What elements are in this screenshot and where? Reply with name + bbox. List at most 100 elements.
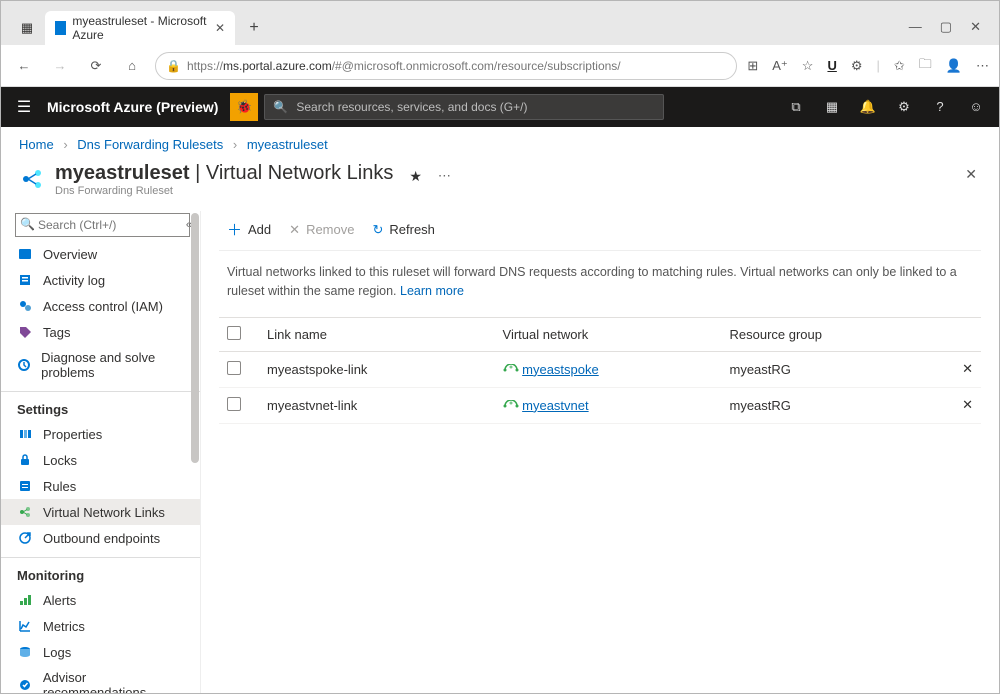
cell-rg: myeastRG — [722, 387, 942, 423]
directories-icon[interactable]: ▦ — [823, 99, 841, 115]
table-row[interactable]: myeastvnet-link myeastvnetmyeastRG✕ — [219, 387, 981, 423]
breadcrumb-current[interactable]: myeastruleset — [247, 137, 328, 152]
refresh-button[interactable]: ⟳ — [83, 53, 109, 79]
sidebar-scrollbar[interactable] — [190, 211, 200, 693]
preview-bug-icon[interactable]: 🐞 — [230, 93, 258, 121]
home-button[interactable]: ⌂ — [119, 53, 145, 79]
url-input[interactable]: 🔒 https://ms.portal.azure.com/#@microsof… — [155, 52, 737, 80]
row-checkbox[interactable] — [227, 361, 241, 375]
command-bar: ＋ Add ✕ Remove ↻ Refresh — [219, 211, 981, 251]
sidebar-item-diagnose[interactable]: Diagnose and solve problems — [1, 345, 200, 385]
sidebar-item-logs[interactable]: Logs — [1, 639, 200, 665]
description-body: Virtual networks linked to this ruleset … — [227, 265, 957, 298]
refresh-button[interactable]: ↻ Refresh — [372, 222, 434, 238]
ruleset-icon — [19, 166, 45, 192]
window-controls: — ▢ ✕ — [909, 19, 991, 45]
sidebar-item-overview[interactable]: Overview — [1, 241, 200, 267]
vnet-icon — [503, 398, 519, 413]
remove-label: Remove — [306, 222, 354, 237]
outbound-icon — [17, 530, 33, 546]
vnet-icon — [503, 362, 519, 377]
sidebar-item-label: Logs — [43, 645, 71, 660]
sidebar-item-locks[interactable]: Locks — [1, 447, 200, 473]
sidebar-item-iam[interactable]: Access control (IAM) — [1, 293, 200, 319]
close-tab-icon[interactable]: ✕ — [215, 21, 225, 35]
lock-icon: 🔒 — [166, 59, 181, 73]
tab-actions-icon[interactable]: ▦ — [13, 14, 41, 42]
maximize-icon[interactable]: ▢ — [940, 19, 952, 35]
feedback-icon[interactable]: ☺ — [967, 99, 985, 115]
vnet-link[interactable]: myeastvnet — [522, 398, 588, 413]
close-window-icon[interactable]: ✕ — [970, 19, 981, 35]
col-vnet[interactable]: Virtual network — [495, 317, 722, 351]
breadcrumb-sep-icon: › — [63, 137, 67, 152]
col-link-name[interactable]: Link name — [259, 317, 495, 351]
row-checkbox[interactable] — [227, 397, 241, 411]
breadcrumb-rulesets[interactable]: Dns Forwarding Rulesets — [77, 137, 223, 152]
select-all-checkbox[interactable] — [227, 326, 241, 340]
activity-icon — [17, 272, 33, 288]
main-panel: ＋ Add ✕ Remove ↻ Refresh Virtual network… — [201, 211, 999, 693]
vnetlinks-icon — [17, 504, 33, 520]
minimize-icon[interactable]: — — [909, 19, 922, 35]
search-placeholder: Search resources, services, and docs (G+… — [296, 100, 527, 114]
page-title-row: myeastruleset | Virtual Network Links Dn… — [1, 158, 999, 211]
add-button[interactable]: ＋ Add — [227, 219, 271, 240]
diagnose-icon — [17, 357, 31, 373]
url-scheme: https:// — [187, 59, 223, 73]
col-rg[interactable]: Resource group — [722, 317, 942, 351]
more-commands-icon[interactable]: ⋯ — [438, 168, 451, 184]
hamburger-icon[interactable]: ☰ — [1, 97, 47, 117]
url-host: ms.portal.azure.com — [223, 59, 332, 73]
sidebar-item-label: Virtual Network Links — [43, 505, 165, 520]
delete-row-button[interactable]: ✕ — [941, 351, 981, 387]
sidebar-item-properties[interactable]: Properties — [1, 421, 200, 447]
pin-star-icon[interactable]: ★ — [409, 168, 422, 185]
page-title: myeastruleset | Virtual Network Links — [55, 162, 393, 185]
sidebar: 🔍 « Overview Activity log Access control (… — [1, 211, 201, 693]
azure-brand[interactable]: Microsoft Azure (Preview) — [47, 99, 230, 115]
back-button[interactable]: ← — [11, 53, 37, 79]
underline-icon[interactable]: U — [827, 58, 836, 73]
settings-gear-icon[interactable]: ⚙ — [851, 58, 863, 74]
read-aloud-icon[interactable]: A⁺ — [772, 58, 788, 74]
sidebar-item-tags[interactable]: Tags — [1, 319, 200, 345]
extension-icon[interactable]: ⊞ — [747, 58, 758, 74]
sidebar-item-label: Activity log — [43, 273, 105, 288]
scrollbar-thumb[interactable] — [191, 213, 199, 463]
delete-row-button[interactable]: ✕ — [941, 387, 981, 423]
add-label: Add — [248, 222, 271, 237]
profile-icon[interactable]: 👤 — [946, 58, 962, 74]
azure-search-input[interactable]: 🔍 Search resources, services, and docs (… — [264, 94, 664, 120]
sidebar-item-metrics[interactable]: Metrics — [1, 613, 200, 639]
settings-icon[interactable]: ⚙ — [895, 99, 913, 115]
x-icon: ✕ — [289, 222, 300, 238]
search-icon: 🔍 — [20, 217, 35, 231]
sidebar-item-alerts[interactable]: Alerts — [1, 587, 200, 613]
table-row[interactable]: myeastspoke-link myeastspokemyeastRG✕ — [219, 351, 981, 387]
sidebar-item-label: Alerts — [43, 593, 76, 608]
sidebar-item-rules[interactable]: Rules — [1, 473, 200, 499]
breadcrumb-home[interactable]: Home — [19, 137, 54, 152]
sidebar-item-vnetlinks[interactable]: Virtual Network Links — [1, 499, 200, 525]
help-icon[interactable]: ? — [931, 99, 949, 115]
notifications-icon[interactable]: 🔔 — [859, 99, 877, 115]
sidebar-item-advisor[interactable]: Advisor recommendations — [1, 665, 200, 693]
more-icon[interactable]: ⋯ — [976, 58, 989, 74]
new-tab-button[interactable]: + — [239, 19, 269, 37]
browser-tab[interactable]: myeastruleset - Microsoft Azure ✕ — [45, 11, 235, 45]
close-blade-button[interactable]: ✕ — [961, 162, 981, 187]
learn-more-link[interactable]: Learn more — [400, 284, 464, 298]
favorite-icon[interactable]: ☆ — [802, 58, 814, 74]
section-name: Virtual Network Links — [206, 162, 393, 184]
cloud-shell-icon[interactable]: ⧉ — [787, 99, 805, 115]
sidebar-item-activity[interactable]: Activity log — [1, 267, 200, 293]
iam-icon — [17, 298, 33, 314]
sidebar-search: 🔍 « — [15, 213, 190, 237]
favorites-bar-icon[interactable]: ✩ — [894, 58, 905, 74]
collections-icon[interactable]: 🗀 — [919, 55, 932, 77]
plus-icon: ＋ — [227, 219, 242, 240]
sidebar-search-input[interactable] — [15, 213, 190, 237]
sidebar-item-outbound[interactable]: Outbound endpoints — [1, 525, 200, 551]
vnet-link[interactable]: myeastspoke — [522, 362, 599, 377]
